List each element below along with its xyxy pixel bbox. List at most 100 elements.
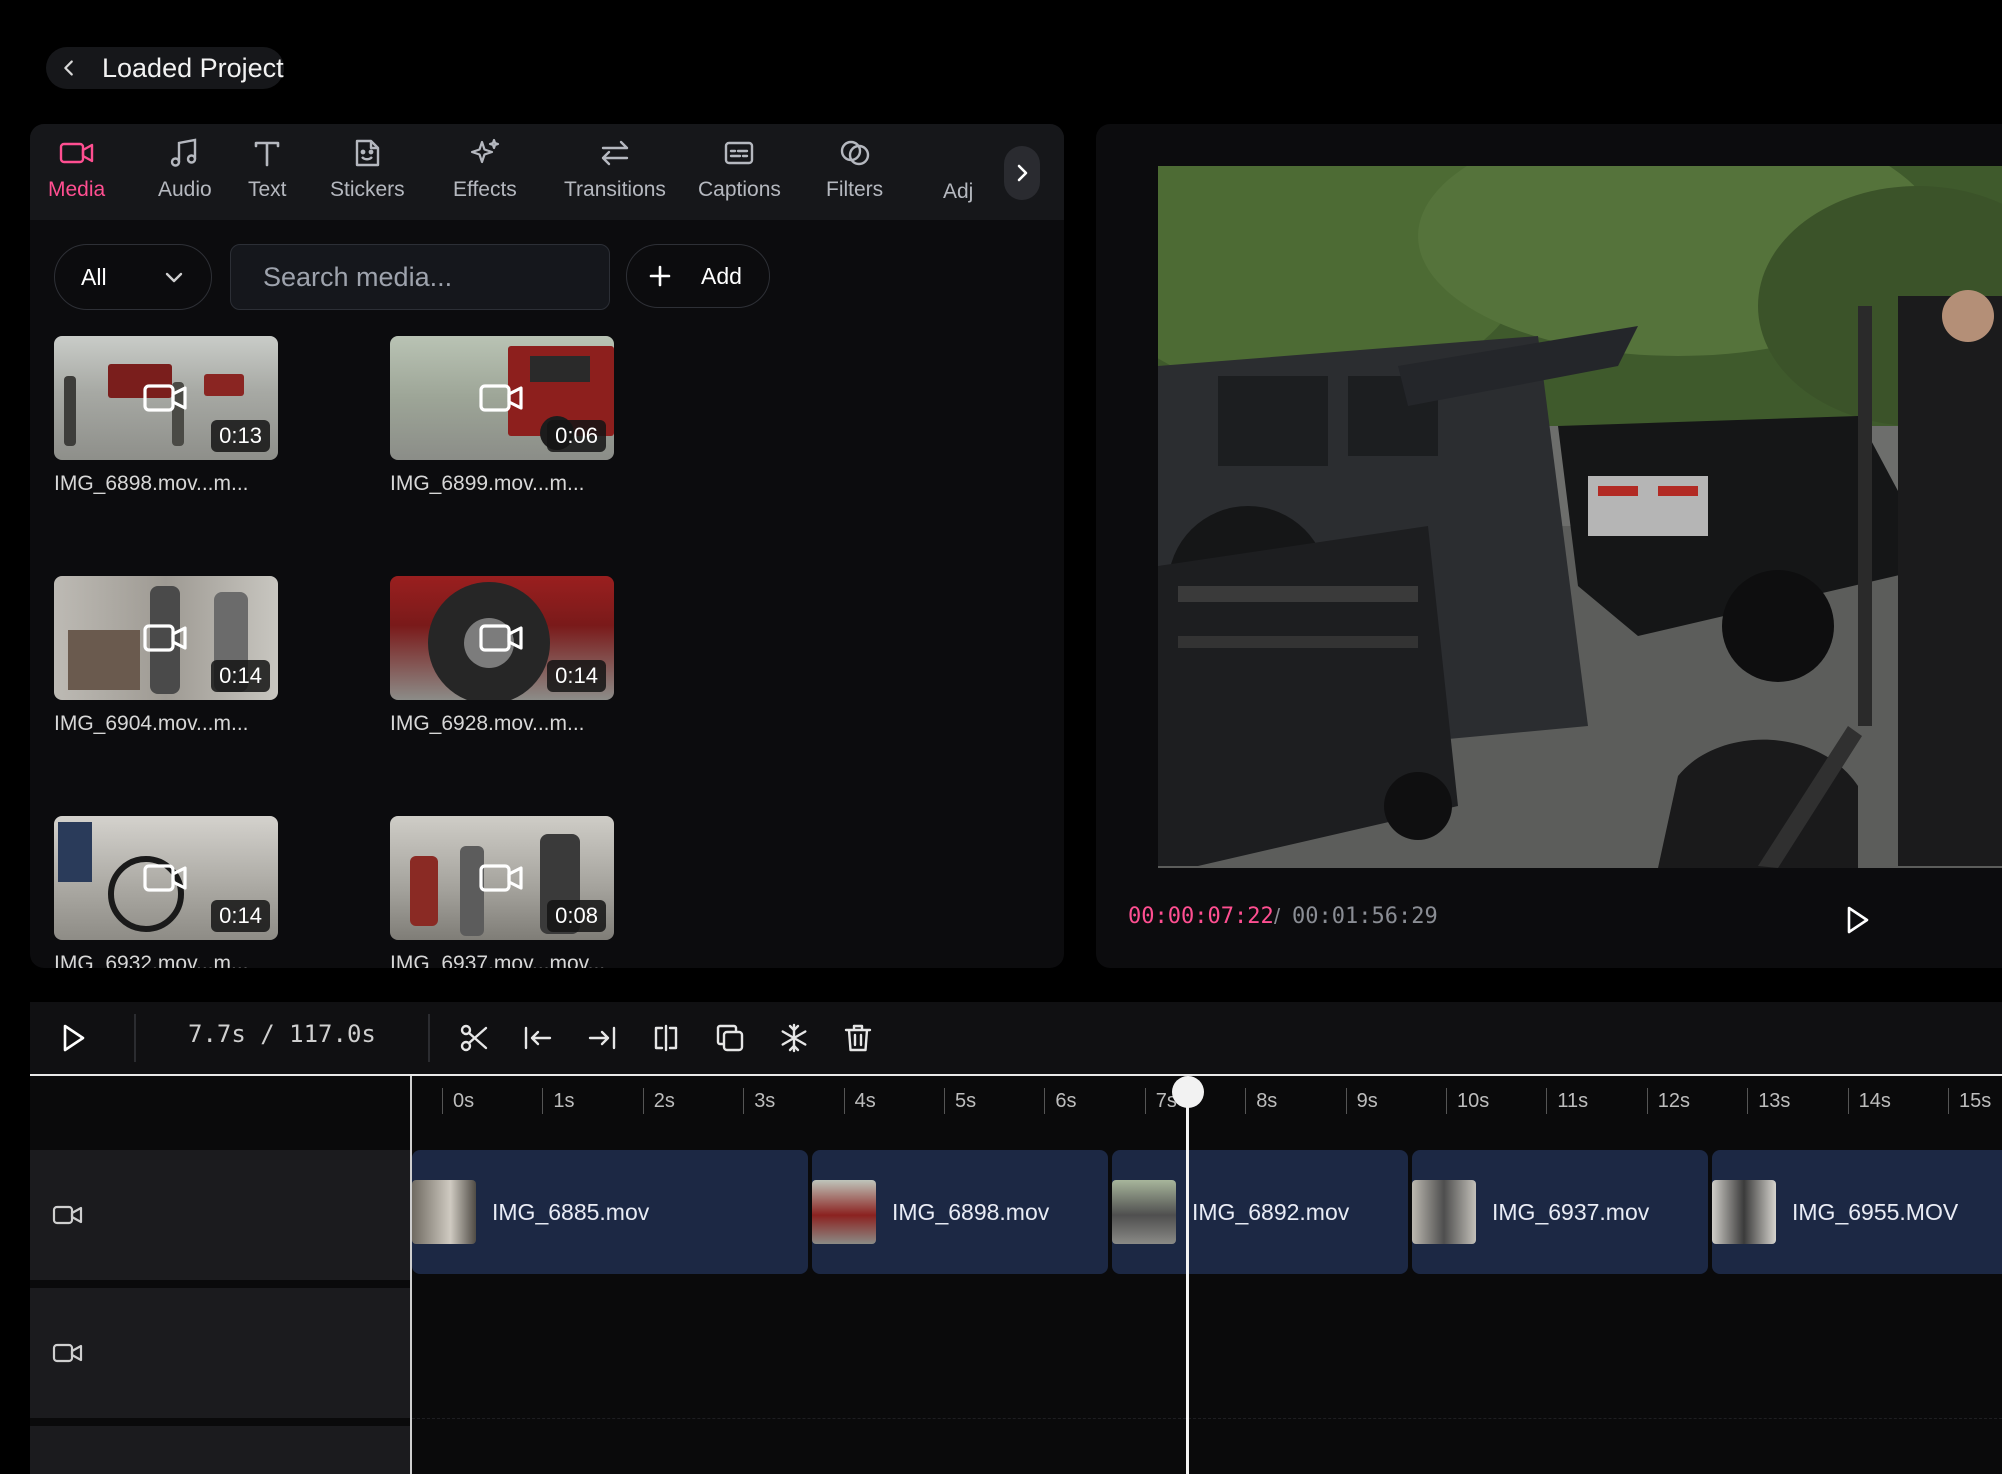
sticker-icon [352, 138, 382, 168]
media-item[interactable]: 0:06 IMG_6899.mov...m... [390, 336, 616, 496]
tab-transitions[interactable]: Transitions [564, 138, 666, 202]
video-camera-icon [479, 382, 525, 414]
media-name: IMG_6898.mov...m... [54, 472, 249, 495]
tab-label: Stickers [330, 178, 405, 201]
duration-badge: 0:13 [211, 420, 270, 452]
tab-audio[interactable]: Audio [158, 138, 212, 202]
time-ruler[interactable]: 0s 1s 2s 3s 4s 5s 6s 7s 8s 9s 10s 11s 12s 13s 14s 15s [30, 1074, 2002, 1150]
duration-badge: 0:06 [547, 420, 606, 452]
media-item[interactable]: 0:13 IMG_6898.mov...m... [54, 336, 280, 496]
media-name: IMG_6904.mov...m... [54, 712, 249, 735]
split-icon[interactable] [650, 1022, 682, 1054]
text-icon [252, 138, 282, 168]
plus-icon [649, 265, 671, 287]
video-camera-icon [479, 622, 525, 654]
playhead-handle[interactable] [1172, 1076, 1204, 1108]
ruler-tick-label: 5s [944, 1088, 976, 1114]
media-thumbnail: 0:14 [54, 576, 278, 700]
ruler-tick-label: 9s [1345, 1088, 1378, 1114]
track-header-empty [30, 1426, 412, 1474]
video-camera-icon [143, 382, 189, 414]
timeline-clip[interactable]: IMG_6892.mov [1112, 1150, 1408, 1274]
trim-start-icon[interactable] [522, 1022, 554, 1054]
clip-thumbnail [1112, 1180, 1176, 1244]
clip-thumbnail [1712, 1180, 1776, 1244]
tab-effects[interactable]: Effects [453, 138, 517, 202]
timeline-start-marker [410, 1076, 412, 1474]
filter-value: All [81, 263, 107, 290]
media-thumbnail: 0:14 [390, 576, 614, 700]
timeline-clip[interactable]: IMG_6885.mov [412, 1150, 808, 1274]
tab-label: Effects [453, 178, 517, 201]
track-header-video-1 [30, 1150, 412, 1280]
preview-panel: 00:00:07:22 / 00:01:56:29 [1096, 124, 2002, 968]
ruler-tick-label: 13s [1747, 1088, 1790, 1114]
trash-icon[interactable] [842, 1022, 874, 1054]
timeline-time-readout: 7.7s / 117.0s [188, 1020, 376, 1048]
playhead-line [1186, 1080, 1189, 1474]
video-camera-icon [143, 862, 189, 894]
time-separator: / [1274, 904, 1281, 929]
tab-label: Media [48, 178, 106, 201]
scissors-icon[interactable] [458, 1022, 490, 1054]
timeline-clip[interactable]: IMG_6937.mov [1412, 1150, 1708, 1274]
tab-stickers[interactable]: Stickers [330, 138, 405, 202]
chevron-right-icon [1014, 163, 1030, 183]
tabs-scroll-right-button[interactable] [1004, 146, 1040, 200]
play-icon[interactable] [60, 1022, 88, 1054]
media-filter-select[interactable]: All [54, 244, 212, 310]
clip-thumbnail [1412, 1180, 1476, 1244]
clip-thumbnail [812, 1180, 876, 1244]
video-camera-icon [59, 138, 95, 168]
captions-icon [723, 138, 755, 168]
media-item[interactable]: 0:14 IMG_6932.mov...m... [54, 816, 280, 968]
clip-label: IMG_6955.MOV [1792, 1198, 1959, 1225]
duration-badge: 0:08 [547, 900, 606, 932]
arrows-exchange-icon [599, 138, 631, 168]
duration-badge: 0:14 [211, 660, 270, 692]
sparkles-icon [469, 138, 501, 168]
tab-text[interactable]: Text [248, 138, 287, 202]
timeline-clip[interactable]: IMG_6898.mov [812, 1150, 1108, 1274]
duration-badge: 0:14 [211, 900, 270, 932]
media-name: IMG_6932.mov...m... [54, 952, 249, 968]
tab-media[interactable]: Media [48, 138, 105, 202]
freeze-frame-icon[interactable] [778, 1022, 810, 1054]
toolbar-divider [428, 1014, 430, 1062]
ruler-tick-label: 4s [843, 1088, 876, 1114]
chevron-down-icon [165, 271, 183, 283]
media-item[interactable]: 0:08 IMG_6937.mov...mov... [390, 816, 616, 968]
music-note-icon [169, 138, 201, 168]
video-track-2[interactable] [412, 1288, 2002, 1419]
media-name: IMG_6937.mov...mov... [390, 952, 606, 968]
video-track-1[interactable]: IMG_6885.mov IMG_6898.mov IMG_6892.mov IMG_… [412, 1150, 2002, 1280]
tab-captions[interactable]: Captions [698, 138, 781, 202]
ruler-tick-label: 3s [743, 1088, 775, 1114]
media-item[interactable]: 0:14 IMG_6904.mov...m... [54, 576, 280, 736]
duration-badge: 0:14 [547, 660, 606, 692]
tab-filters[interactable]: Filters [826, 138, 883, 202]
video-camera-icon [479, 862, 525, 894]
timeline-clip[interactable]: IMG_6955.MOV [1712, 1150, 2002, 1274]
tab-adjust[interactable]: Adj [943, 180, 973, 204]
search-media-input[interactable] [230, 244, 610, 310]
trim-end-icon[interactable] [586, 1022, 618, 1054]
ruler-tick-label: 8s [1245, 1088, 1277, 1114]
toolbar-divider [134, 1014, 136, 1062]
play-icon[interactable] [1844, 904, 1872, 936]
duplicate-icon[interactable] [714, 1022, 746, 1054]
clip-label: IMG_6937.mov [1492, 1198, 1650, 1225]
tab-label: Transitions [564, 178, 666, 201]
back-button[interactable]: Loaded Project [46, 47, 284, 89]
ruler-tick-label: 12s [1646, 1088, 1690, 1114]
ruler-tick-label: 6s [1044, 1088, 1077, 1114]
ruler-tick-label: 14s [1847, 1088, 1891, 1114]
ruler-tick-label: 1s [542, 1088, 575, 1114]
project-title: Loaded Project [102, 52, 284, 83]
ruler-tick-label: 15s [1948, 1088, 1991, 1114]
tab-label: Captions [698, 178, 781, 201]
media-item[interactable]: 0:14 IMG_6928.mov...m... [390, 576, 616, 736]
video-preview[interactable] [1158, 166, 2002, 868]
media-panel: Media Audio Text Stickers Effects Transi… [30, 124, 1064, 968]
add-media-button[interactable]: Add [626, 244, 770, 308]
